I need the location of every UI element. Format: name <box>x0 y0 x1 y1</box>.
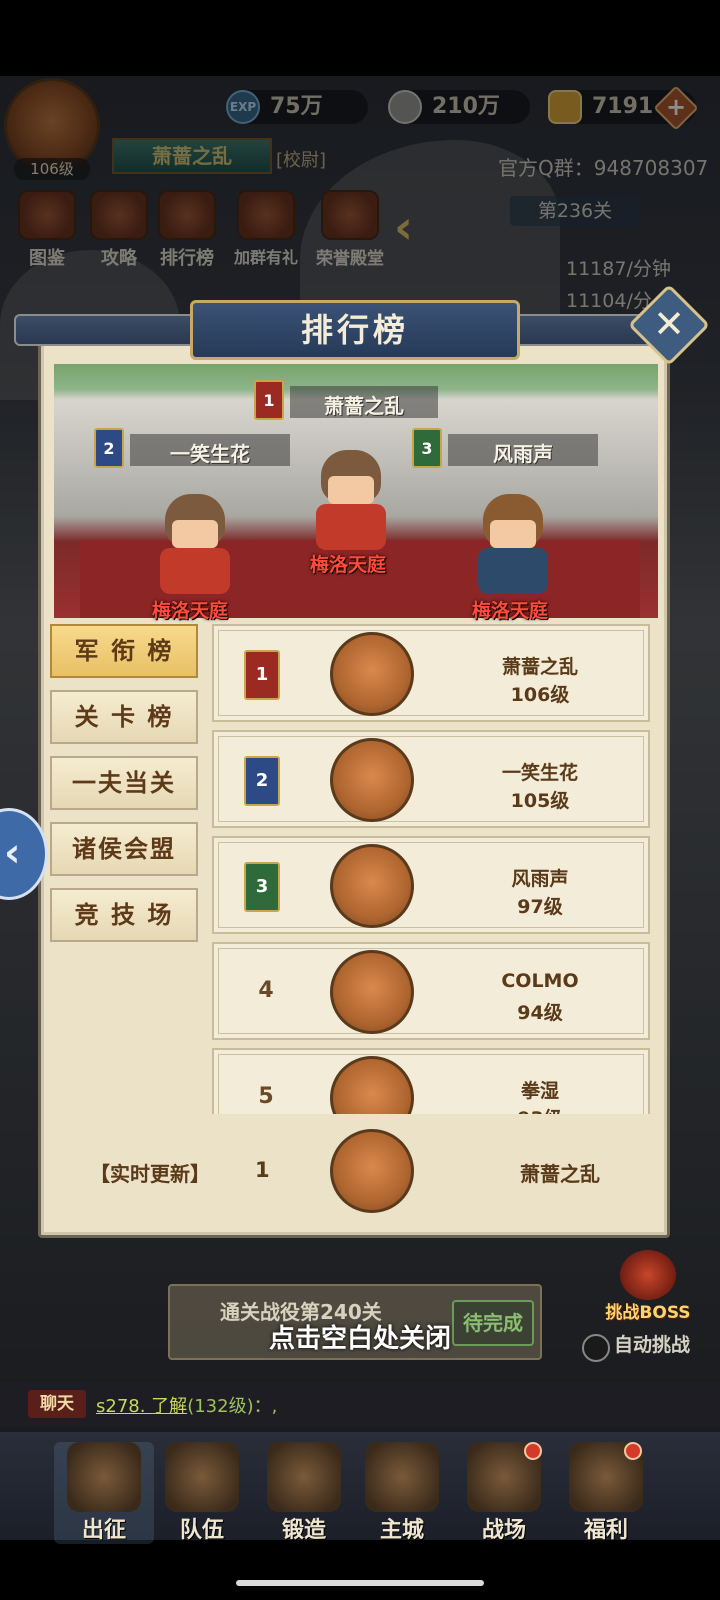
tab-one-man-guard[interactable]: 一夫当关 <box>50 756 198 810</box>
tab-rank-title[interactable]: 军 衔 榜 <box>50 624 198 678</box>
player-avatar-icon <box>330 738 414 822</box>
nav-team[interactable]: 队伍 <box>152 1442 252 1544</box>
tab-stage[interactable]: 关 卡 榜 <box>50 690 198 744</box>
ranking-row[interactable]: 3 风雨声 97级 <box>212 836 650 934</box>
player-avatar-icon <box>330 1056 414 1114</box>
challenge-boss-label: 挑战BOSS <box>605 1303 691 1323</box>
home-indicator[interactable] <box>236 1580 484 1586</box>
tab-alliance[interactable]: 诸侯会盟 <box>50 822 198 876</box>
rank-2-banner-icon: 2 <box>244 756 280 806</box>
ranking-row[interactable]: 4 COLMO 94级 <box>212 942 650 1040</box>
row-player-level: 106级 <box>510 684 570 706</box>
chat-suffix: (132级)：, <box>187 1396 278 1417</box>
ranking-list[interactable]: 1 萧蔷之乱 106级 2 一笑生花 105级 3 风雨声 97级 4 COLM… <box>212 620 654 1114</box>
hero-second-server: 梅洛天庭 <box>152 600 229 622</box>
podium-first-name: 萧蔷之乱 <box>324 394 404 418</box>
hero-sprite-second[interactable] <box>152 494 238 594</box>
chevron-left-icon: ‹ <box>4 830 21 876</box>
podium-second-name: 一笑生花 <box>170 442 250 466</box>
chat-message: s278. 了解(132级)：, <box>96 1392 277 1418</box>
row-player-name: 拳湿 <box>520 1080 559 1102</box>
modal-title: 排行榜 <box>190 300 520 360</box>
tab-arena[interactable]: 竞 技 场 <box>50 888 198 942</box>
player-avatar-icon <box>330 950 414 1034</box>
auto-challenge-label: 自动挑战 <box>614 1334 691 1356</box>
ranking-row[interactable]: 1 萧蔷之乱 106级 <box>212 624 650 722</box>
row-player-name: 萧蔷之乱 <box>501 656 578 678</box>
nav-welfare[interactable]: 福利 <box>556 1442 656 1544</box>
row-player-name: 风雨声 <box>511 868 569 890</box>
row-player-name: COLMO <box>501 970 579 992</box>
ranking-row[interactable]: 5 拳湿 93级 <box>212 1048 650 1114</box>
hero-first-server: 梅洛天庭 <box>310 554 387 576</box>
rank-1-banner-icon: 1 <box>244 650 280 700</box>
crossed-swords-icon <box>67 1442 141 1512</box>
boss-icon <box>620 1250 676 1300</box>
row-player-level: 94级 <box>517 1002 563 1024</box>
row-player-name: 一笑生花 <box>501 762 578 784</box>
rank-3-banner-icon: 3 <box>244 862 280 912</box>
anvil-icon <box>267 1442 341 1512</box>
ranking-row[interactable]: 2 一笑生花 105级 <box>212 730 650 828</box>
rank-1-banner-icon: 1 <box>254 380 284 420</box>
chat-user[interactable]: s278. 了解 <box>96 1396 187 1417</box>
notification-dot-icon <box>524 1442 542 1460</box>
helmet-icon <box>165 1442 239 1512</box>
rank-2-banner-icon: 2 <box>94 428 124 468</box>
hero-sprite-third[interactable] <box>470 494 556 594</box>
chat-channel-tag[interactable]: 聊天 <box>28 1390 86 1418</box>
notification-dot-icon <box>624 1442 642 1460</box>
nav-forge[interactable]: 锻造 <box>254 1442 354 1544</box>
auto-challenge-toggle[interactable] <box>582 1334 610 1362</box>
row-player-level: 93级 <box>450 1104 630 1114</box>
row-rank-number: 5 <box>258 1084 274 1109</box>
my-avatar-icon <box>330 1129 414 1213</box>
row-player-level: 97级 <box>517 896 563 918</box>
hero-sprite-first[interactable] <box>308 450 394 550</box>
my-rank-number: 1 <box>255 1158 270 1182</box>
player-avatar-icon <box>330 632 414 716</box>
nav-expedition[interactable]: 出征 <box>54 1442 154 1544</box>
my-rank-name: 萧蔷之乱 <box>520 1162 600 1186</box>
row-rank-number: 4 <box>258 978 274 1003</box>
podium-third-name: 风雨声 <box>493 442 553 466</box>
realtime-update-label: 【实时更新】 <box>90 1162 210 1186</box>
hero-third-server: 梅洛天庭 <box>472 600 549 622</box>
castle-icon <box>365 1442 439 1512</box>
nav-main-city[interactable]: 主城 <box>352 1442 452 1544</box>
player-avatar-icon <box>330 844 414 928</box>
rank-3-banner-icon: 3 <box>412 428 442 468</box>
row-player-level: 105级 <box>510 790 570 812</box>
close-icon[interactable]: ✕ <box>640 296 698 354</box>
